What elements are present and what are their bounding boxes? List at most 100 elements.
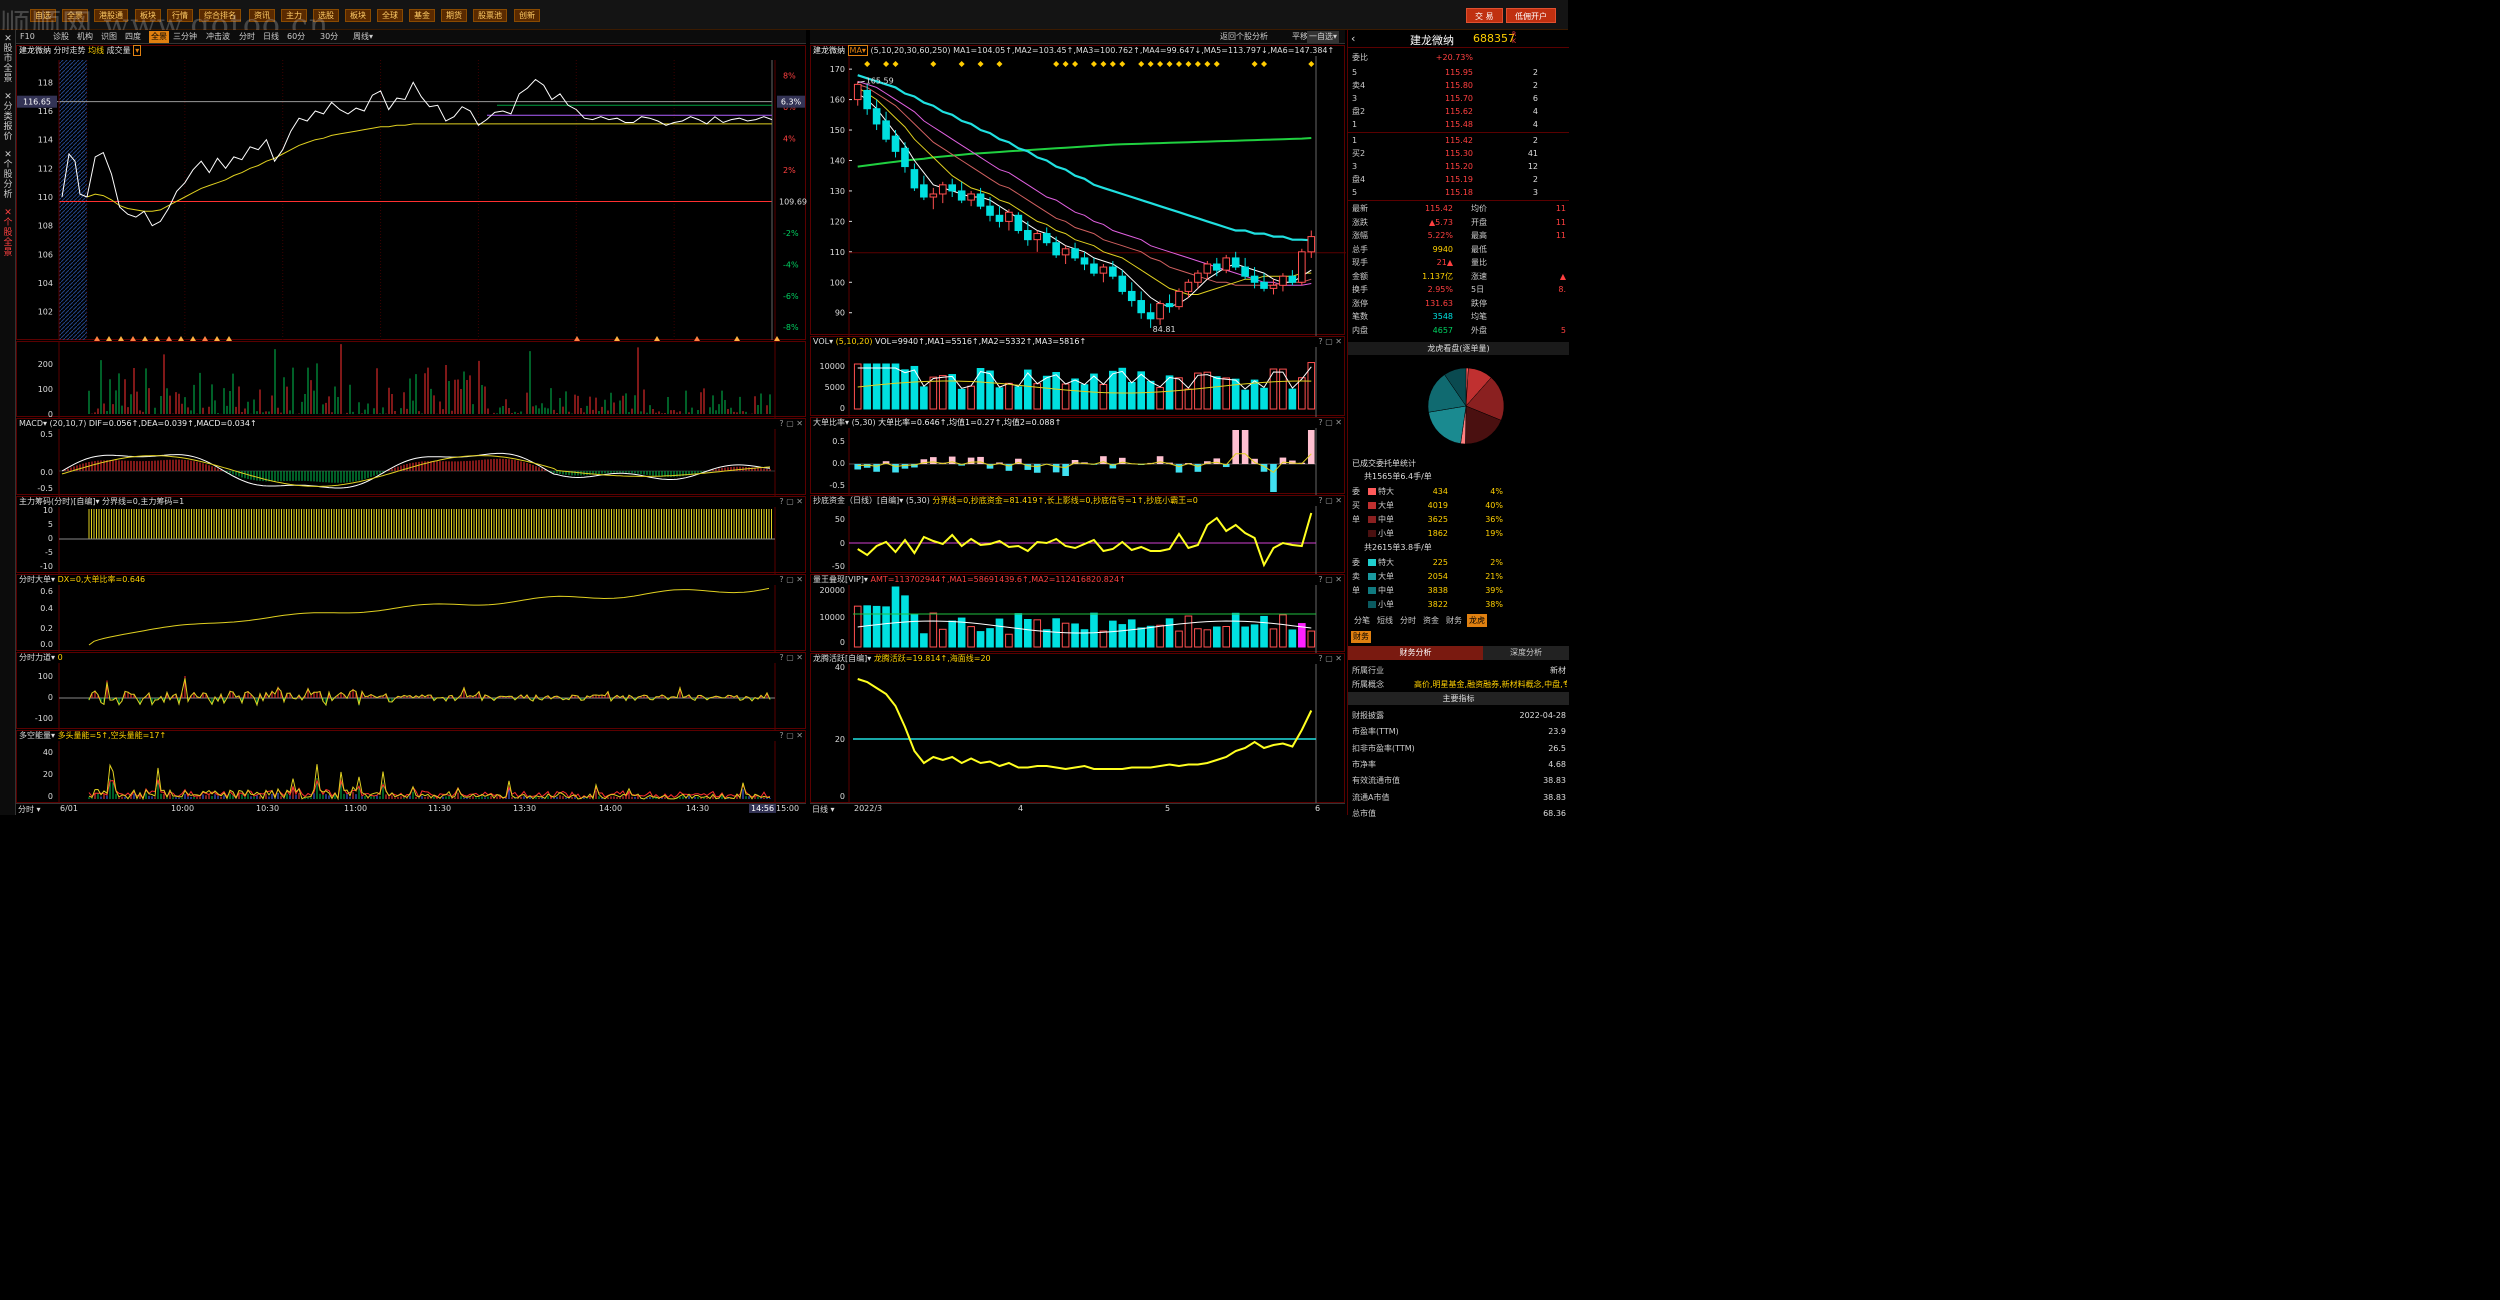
amt-bar [1042,629,1051,648]
candle-body [1194,272,1202,283]
vol-bar [1099,384,1108,410]
candle-body [929,193,938,198]
toolbar-item[interactable]: 60分 [287,31,305,43]
vol-bar [1203,371,1212,410]
fin-row: 市盈率(TTM) 23.9 [1348,725,1569,738]
candle-body [1298,251,1306,283]
close-icon[interactable]: ✕ [1,150,15,160]
candle-body [1203,263,1212,274]
toolbar-item[interactable]: 日线 [263,31,279,43]
fin-tab[interactable]: 财务 [1351,631,1371,643]
toolbar2-item[interactable]: 返回个股分析 [1220,31,1268,43]
signal-diamond [1109,61,1116,67]
menu-item[interactable]: 期货 [441,9,467,22]
account-button[interactable]: 低佣开户 [1506,8,1556,23]
quote-tab[interactable]: 短线 [1375,614,1395,627]
signal-diamond [1194,61,1201,67]
side-tab[interactable]: ✕ 个股全景 [1,208,15,258]
side-tab[interactable]: ✕ 个股分析 [1,150,15,200]
date-label: 4 [1018,804,1024,813]
vol-bar [1260,387,1268,410]
toolbar-item[interactable]: 分时 [239,31,255,43]
trade-button[interactable]: 交 易 [1466,8,1503,23]
toolbar-item[interactable]: 三分钟 [173,31,197,43]
menu-item[interactable]: 板块 [345,9,371,22]
ddbl-bar [930,457,937,464]
quote-tab[interactable]: 分笔 [1352,614,1372,627]
close-icon[interactable]: ✕ [1,34,15,44]
close-icon[interactable]: ✕ [1,92,15,102]
menu-item[interactable]: 创新 [514,9,540,22]
bid-row: 3 115.20 12 [1348,160,1569,173]
candle-body [1165,303,1174,308]
webi-row: 委比 +20.73% [1348,51,1569,64]
candle-body [948,184,957,192]
vol-bar [1052,372,1060,410]
candle-body [872,108,881,125]
toolbar-item[interactable]: 识图 [101,31,117,43]
ddbl-bar [1156,456,1164,464]
toolbar-item[interactable]: 全景 [149,31,169,43]
back-icon[interactable]: ‹ [1351,32,1355,45]
quote-tab[interactable]: 龙虎 [1467,614,1487,627]
vol-bar [957,388,966,410]
toolbar2-item[interactable]: 一自选▾ [1307,31,1340,43]
signal-diamond [892,61,899,67]
signal-diamond [1204,61,1211,67]
lwdx-svg: 20000 10000 0 [820,585,1317,653]
candle-body [1090,263,1098,274]
intraday-period-selector[interactable]: 分时 ▾ [18,804,41,815]
daily-period-selector[interactable]: 日线 ▾ [812,804,835,815]
quote-tab[interactable]: 分时 [1398,614,1418,627]
vol-bar [1127,381,1136,410]
amt-bar [1231,612,1240,648]
quote-tab[interactable]: 资金 [1421,614,1441,627]
amt-bar [1090,612,1098,648]
vol-bar [891,363,900,410]
fin-value: 68.36 [1543,808,1566,818]
fin-subtab-depth[interactable]: 深度分析 [1483,646,1569,660]
candle-body [976,193,985,207]
toolbar-item[interactable]: 30分 [320,31,338,43]
candle-body [1061,248,1070,256]
bid-price: 115.30 [1445,149,1473,158]
amt-bar [882,606,890,648]
close-icon[interactable]: ✕ [1,208,15,218]
pct-tick-label: 4% [783,135,796,144]
ask-volume: 2 [1532,68,1538,77]
ask-level: 卖4 [1352,81,1366,90]
big-order-panel: 分时大单▾ DX=0,大单比率=0.646 ? ▢ ✕ 0.6 0.4 0.2 0.0 [16,574,806,652]
amt-bar [1212,626,1221,648]
amt-bar [1052,618,1060,648]
date-label: 6 [1315,804,1321,813]
menu-item[interactable]: 基金 [409,9,435,22]
amt-bar [1279,614,1287,648]
vol-bar [1146,380,1155,410]
toolbar-item[interactable]: 机构 [77,31,93,43]
deleg-swatch [1368,559,1376,566]
ask-row: 1 115.48 4 [1348,118,1569,131]
toolbar-item[interactable]: 冲击波 [206,31,230,43]
deleg-swatch [1368,601,1376,608]
toolbar-item[interactable]: 诊股 [53,31,69,43]
toolbar2-item[interactable]: 平移 [1292,31,1308,43]
menu-item[interactable]: 全球 [377,9,403,22]
time-label: 10:00 [171,804,195,813]
vol-bar [1288,388,1297,410]
quote-tab[interactable]: 财务 [1444,614,1464,627]
toolbar-item[interactable]: 周线▾ [353,31,373,43]
menu-item[interactable]: 股票池 [473,9,507,22]
ask-volume: 6 [1532,94,1538,103]
toolbar-item[interactable]: 四度 [125,31,141,43]
macd-tick: -0.5 [37,484,53,493]
stat-value: ▲5.73 [1429,217,1453,227]
time-label: 13:30 [513,804,537,813]
fin-subtab-analysis[interactable]: 财务分析 [1348,646,1483,660]
deleg-side: 单 [1352,515,1360,524]
deleg-count: 3625 [1427,515,1448,524]
toolbar-item[interactable]: F10 [20,31,35,43]
side-tab[interactable]: ✕ 股市全景 [1,34,15,84]
ask-price: 115.70 [1445,94,1473,103]
side-tab[interactable]: ✕ 分类报价 [1,92,15,142]
quote-panel: ‹ 建龙微纳 688357 R K 委比 +20.73% 5 115.95 2 卖4 115.80 2… [1347,30,1569,818]
